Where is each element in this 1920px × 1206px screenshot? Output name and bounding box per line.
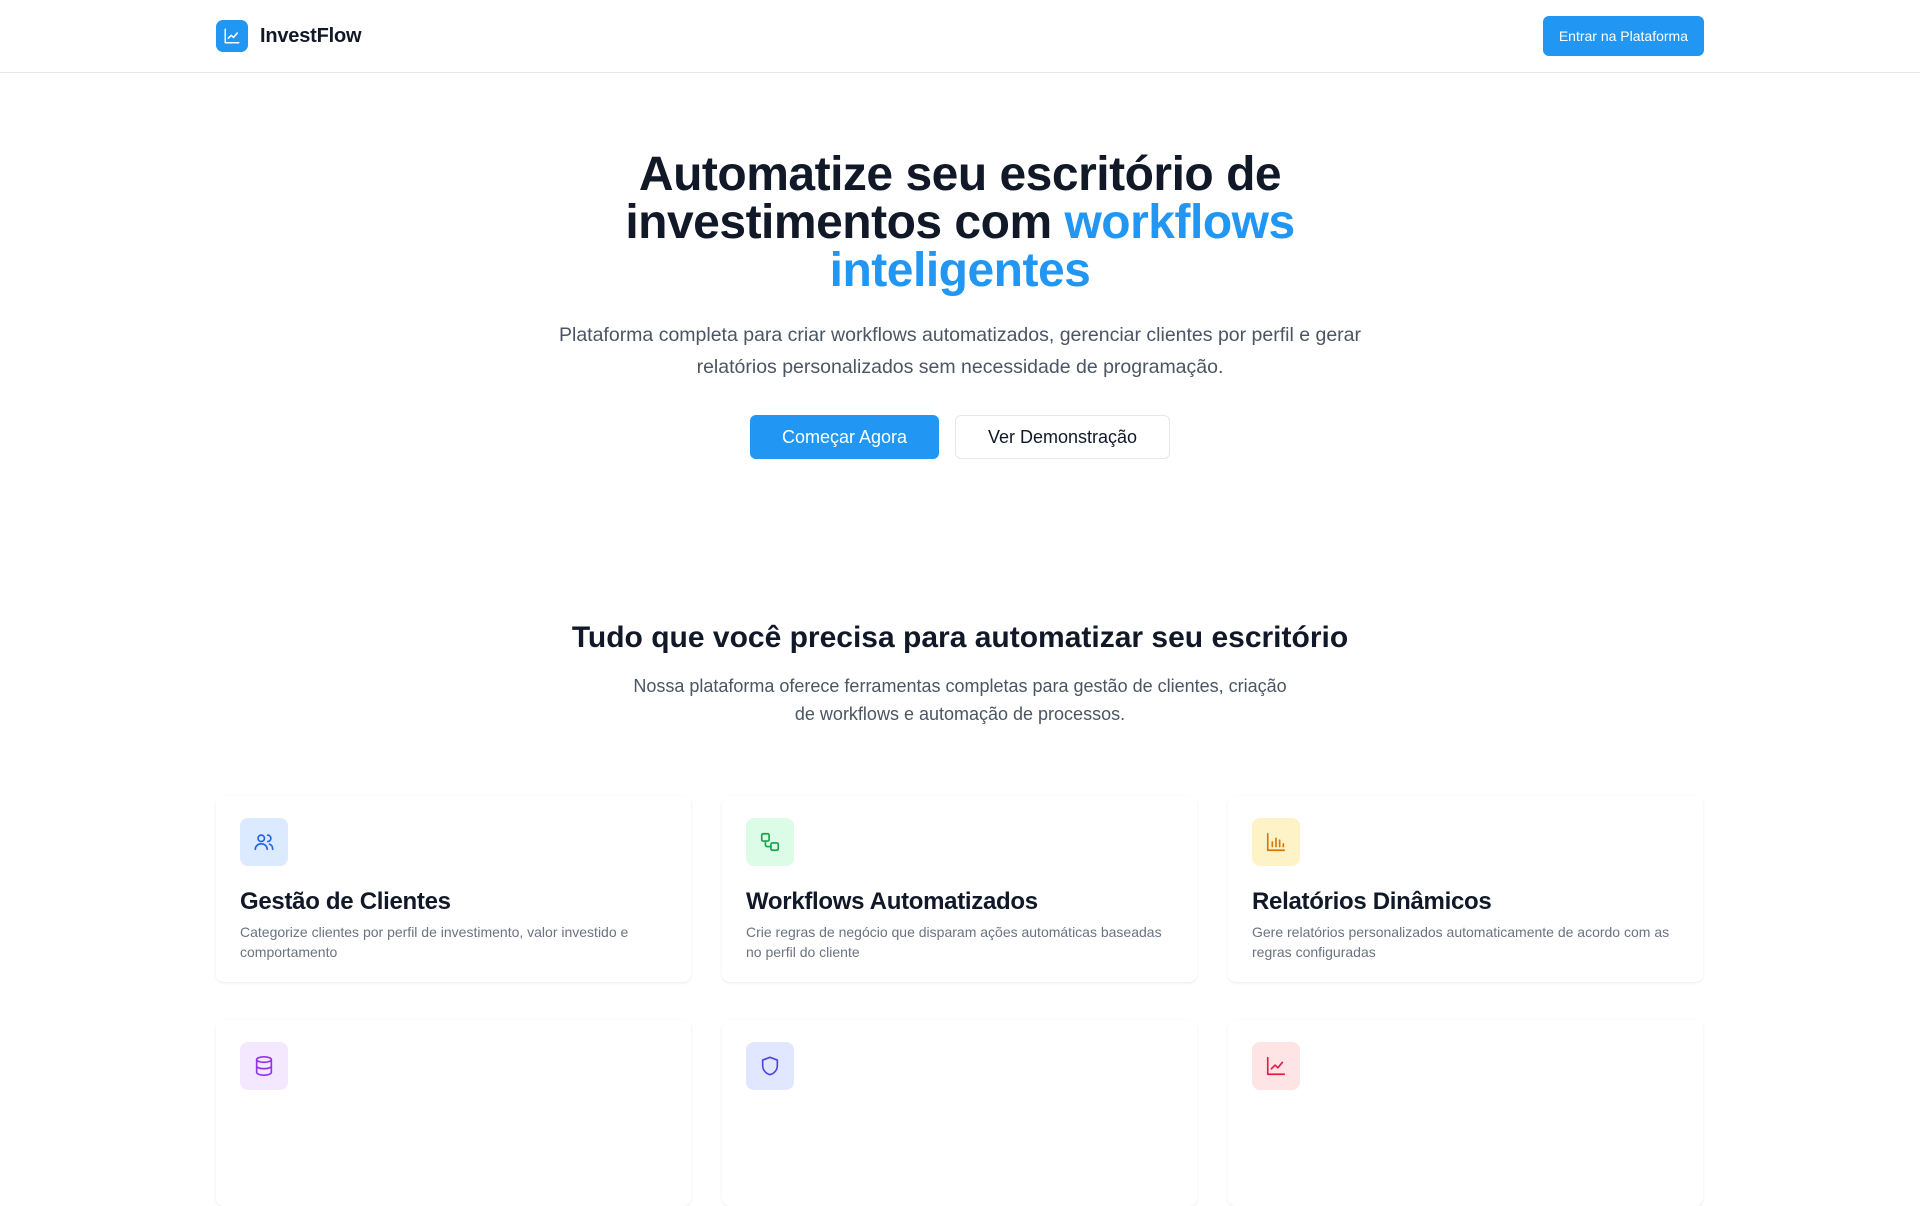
feature-card-data	[216, 1020, 691, 1206]
feature-card-title: Relatórios Dinâmicos	[1252, 888, 1492, 915]
feature-card-analytics	[1228, 1020, 1703, 1206]
get-started-button[interactable]: Começar Agora	[750, 415, 939, 459]
view-demo-button[interactable]: Ver Demonstração	[955, 415, 1170, 459]
hero-actions: Começar Agora Ver Demonstração	[0, 415, 1920, 459]
hero-title: Automatize seu escritório de investiment…	[600, 151, 1320, 295]
workflow-icon	[746, 818, 794, 866]
top-navigation: InvestFlow Entrar na Plataforma	[0, 0, 1920, 73]
feature-cards-grid: Gestão de Clientes Categorize clientes p…	[216, 796, 1704, 1206]
feature-card-title: Workflows Automatizados	[746, 888, 1038, 915]
brand-name: InvestFlow	[260, 24, 362, 47]
hero-subtitle: Plataforma completa para criar workflows…	[558, 324, 1362, 378]
bar-chart-icon	[1252, 818, 1300, 866]
line-chart-icon	[216, 20, 248, 52]
login-button[interactable]: Entrar na Plataforma	[1542, 16, 1704, 56]
trending-up-icon	[1252, 1042, 1300, 1090]
features-heading: Tudo que você precisa para automatizar s…	[571, 621, 1349, 654]
brand[interactable]: InvestFlow	[216, 20, 362, 52]
database-icon	[240, 1042, 288, 1090]
feature-card-security	[722, 1020, 1197, 1206]
feature-card-clients: Gestão de Clientes Categorize clientes p…	[216, 796, 691, 982]
feature-card-reports: Relatórios Dinâmicos Gere relatórios per…	[1228, 796, 1703, 982]
features-subheading: Nossa plataforma oferece ferramentas com…	[633, 676, 1287, 724]
feature-card-description: Gere relatórios personalizados automatic…	[1252, 924, 1670, 960]
feature-card-description: Crie regras de negócio que disparam açõe…	[746, 924, 1162, 960]
users-icon	[240, 818, 288, 866]
feature-card-description: Categorize clientes por perfil de invest…	[240, 924, 629, 960]
feature-card-workflows: Workflows Automatizados Crie regras de n…	[722, 796, 1197, 982]
shield-icon	[746, 1042, 794, 1090]
features-section: Tudo que você precisa para automatizar s…	[0, 459, 1920, 728]
feature-card-title: Gestão de Clientes	[240, 888, 451, 915]
hero-section: Automatize seu escritório de investiment…	[0, 73, 1920, 459]
